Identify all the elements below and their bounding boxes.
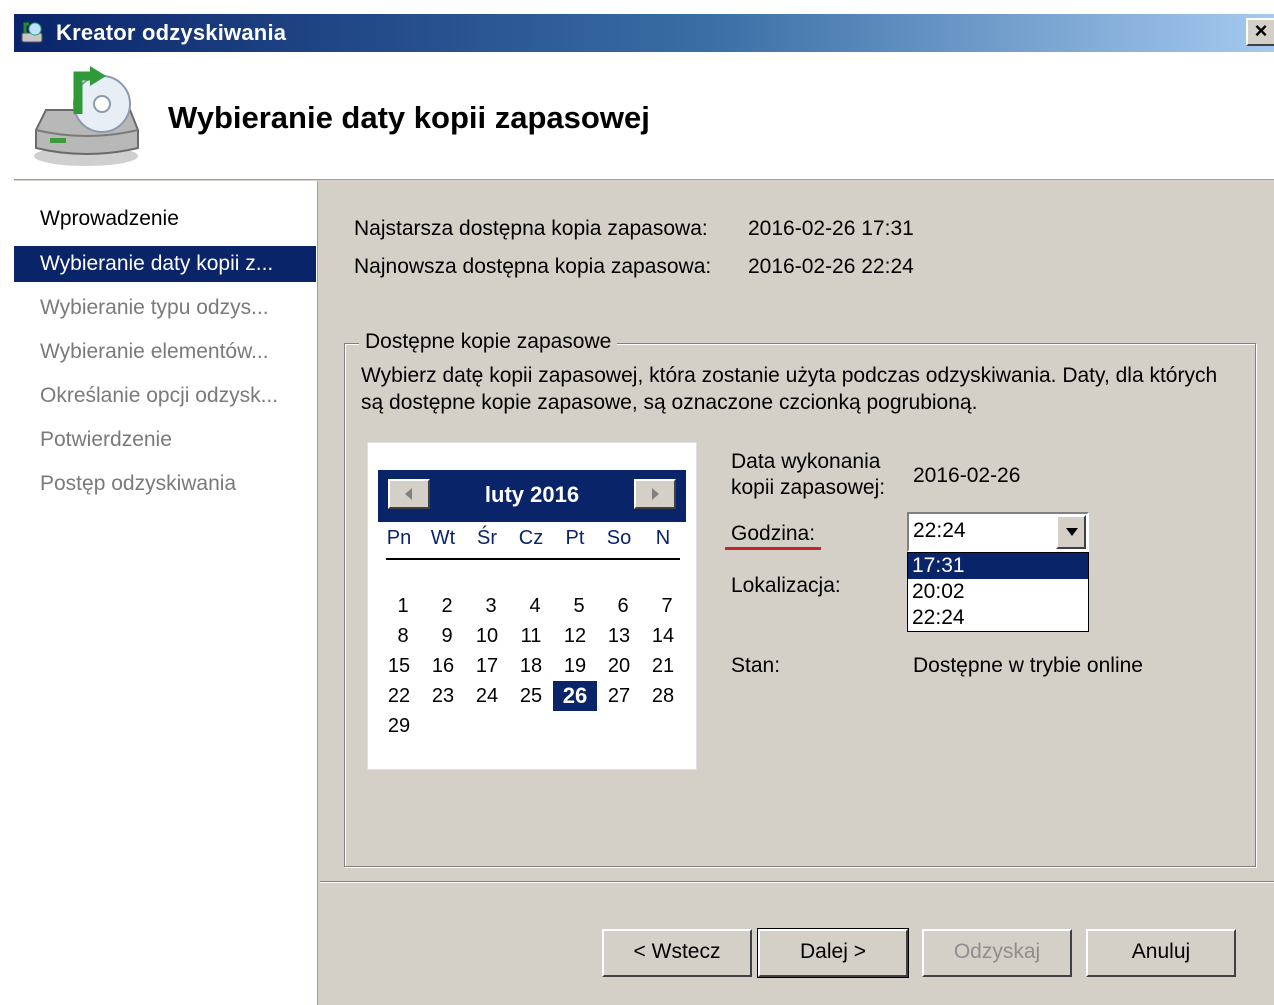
calendar-day[interactable]: 28 — [641, 681, 685, 711]
calendar-day[interactable]: 21 — [641, 651, 685, 681]
calendar-weekday: Pn — [386, 527, 412, 549]
calendar-day[interactable]: 17 — [465, 651, 509, 681]
sidebar-item-recovery-options: Określanie opcji odzysk... — [40, 384, 279, 407]
calendar-weekday: N — [655, 527, 671, 549]
calendar-weekday: So — [606, 527, 632, 549]
status-value: Dostępne w trybie online — [913, 654, 1143, 677]
oldest-backup-label: Najstarsza dostępna kopia zapasowa: — [354, 217, 708, 240]
available-backups-group: Dostępne kopie zapasowe Wybierz datę kop… — [344, 330, 1256, 867]
calendar-day[interactable]: 27 — [597, 681, 641, 711]
recover-button: Odzyskaj — [922, 929, 1072, 977]
calendar-day[interactable]: 1 — [381, 591, 425, 621]
calendar-day[interactable]: 4 — [513, 591, 557, 621]
wizard-content: Najstarsza dostępna kopia zapasowa: 2016… — [320, 181, 1274, 1005]
calendar-day[interactable]: 29 — [377, 711, 421, 741]
time-option[interactable]: 17:31 — [908, 553, 1088, 579]
calendar-day-selected[interactable]: 26 — [553, 681, 597, 711]
next-button[interactable]: Dalej > — [757, 928, 909, 978]
disk-restore-icon — [26, 64, 146, 172]
close-button[interactable]: × — [1246, 18, 1274, 46]
calendar-day[interactable]: 14 — [641, 621, 685, 651]
time-label: Godzina: — [731, 522, 816, 545]
time-option[interactable]: 20:02 — [908, 579, 1088, 605]
sidebar-item-select-date: Wybieranie daty kopii z... — [14, 246, 316, 282]
sidebar-item-introduction: Wprowadzenie — [40, 207, 179, 230]
calendar-day[interactable]: 18 — [509, 651, 553, 681]
wizard-steps-sidebar: Wprowadzenie Wybieranie daty kopii z... … — [14, 181, 318, 1005]
title-bar[interactable]: Kreator odzyskiwania × — [14, 14, 1274, 52]
back-button[interactable]: < Wstecz — [602, 929, 752, 977]
calendar-day[interactable]: 15 — [377, 651, 421, 681]
calendar-day[interactable]: 3 — [469, 591, 513, 621]
backup-date-label-line2: kopii zapasowej: — [731, 476, 886, 499]
backup-app-icon — [20, 21, 46, 45]
time-select-value: 22:24 — [913, 519, 966, 542]
close-icon: × — [1254, 18, 1268, 43]
newest-backup-value: 2016-02-26 22:24 — [748, 255, 914, 278]
time-label-underline — [725, 547, 821, 550]
calendar-day[interactable]: 6 — [601, 591, 645, 621]
arrow-left-icon — [405, 488, 412, 500]
previous-month-button[interactable] — [388, 479, 430, 509]
sidebar-item-confirmation: Potwierdzenie — [40, 428, 172, 451]
time-option[interactable]: 22:24 — [908, 605, 1088, 631]
oldest-backup-value: 2016-02-26 17:31 — [748, 217, 914, 240]
calendar-day[interactable]: 9 — [425, 621, 469, 651]
calendar-month-title: luty 2016 — [484, 482, 580, 507]
chevron-down-icon — [1066, 528, 1078, 536]
calendar-weekday: Śr — [477, 527, 497, 549]
backup-date-value: 2016-02-26 — [913, 464, 1021, 487]
calendar-day[interactable]: 7 — [645, 591, 689, 621]
page-title: Wybieranie daty kopii zapasowej — [168, 100, 650, 135]
backup-date-label-line1: Data wykonania — [731, 450, 881, 473]
calendar-header: luty 2016 — [378, 470, 686, 522]
calendar-day[interactable]: 12 — [553, 621, 597, 651]
calendar-day[interactable]: 20 — [597, 651, 641, 681]
arrow-right-icon — [652, 488, 659, 500]
button-bar-divider — [320, 881, 1274, 883]
calendar-weekday: Pt — [565, 527, 585, 549]
calendar-day[interactable]: 2 — [425, 591, 469, 621]
calendar-weekday: Wt — [430, 527, 456, 549]
calendar-weekday: Cz — [518, 527, 544, 549]
time-select-dropdown-button[interactable] — [1056, 515, 1086, 549]
sidebar-item-select-type: Wybieranie typu odzys... — [40, 296, 269, 319]
group-legend: Dostępne kopie zapasowe — [359, 330, 618, 354]
group-description: Wybierz datę kopii zapasowej, która zost… — [361, 364, 1218, 414]
calendar-day[interactable]: 8 — [381, 621, 425, 651]
calendar-day[interactable]: 25 — [509, 681, 553, 711]
calendar-day[interactable]: 5 — [557, 591, 601, 621]
calendar-day[interactable]: 23 — [421, 681, 465, 711]
status-label: Stan: — [731, 654, 781, 677]
calendar-day[interactable]: 13 — [597, 621, 641, 651]
calendar-day[interactable]: 19 — [553, 651, 597, 681]
wizard-header: Wybieranie daty kopii zapasowej — [14, 52, 1274, 180]
window-title: Kreator odzyskiwania — [56, 20, 287, 45]
location-label: Lokalizacja: — [731, 574, 841, 597]
calendar-divider — [386, 558, 680, 560]
next-month-button[interactable] — [634, 479, 676, 509]
time-options-list: 17:31 20:02 22:24 — [907, 552, 1089, 632]
calendar-day[interactable]: 24 — [465, 681, 509, 711]
calendar-day[interactable]: 22 — [377, 681, 421, 711]
recovery-wizard-window: Kreator odzyskiwania × Wybieranie daty k… — [12, 14, 1274, 1005]
calendar-day[interactable]: 11 — [509, 621, 553, 651]
sidebar-item-select-items: Wybieranie elementów... — [40, 340, 269, 363]
newest-backup-label: Najnowsza dostępna kopia zapasowa: — [354, 255, 712, 278]
backup-calendar[interactable]: luty 2016 Pn Wt Śr Cz Pt So N 1 2 3 4 5 6 7 8 9 10 11 12 1… — [367, 442, 697, 770]
calendar-day[interactable]: 16 — [421, 651, 465, 681]
time-select[interactable]: 22:24 — [907, 512, 1089, 552]
calendar-day[interactable]: 10 — [465, 621, 509, 651]
cancel-button[interactable]: Anuluj — [1086, 929, 1236, 977]
sidebar-item-progress: Postęp odzyskiwania — [40, 472, 237, 495]
